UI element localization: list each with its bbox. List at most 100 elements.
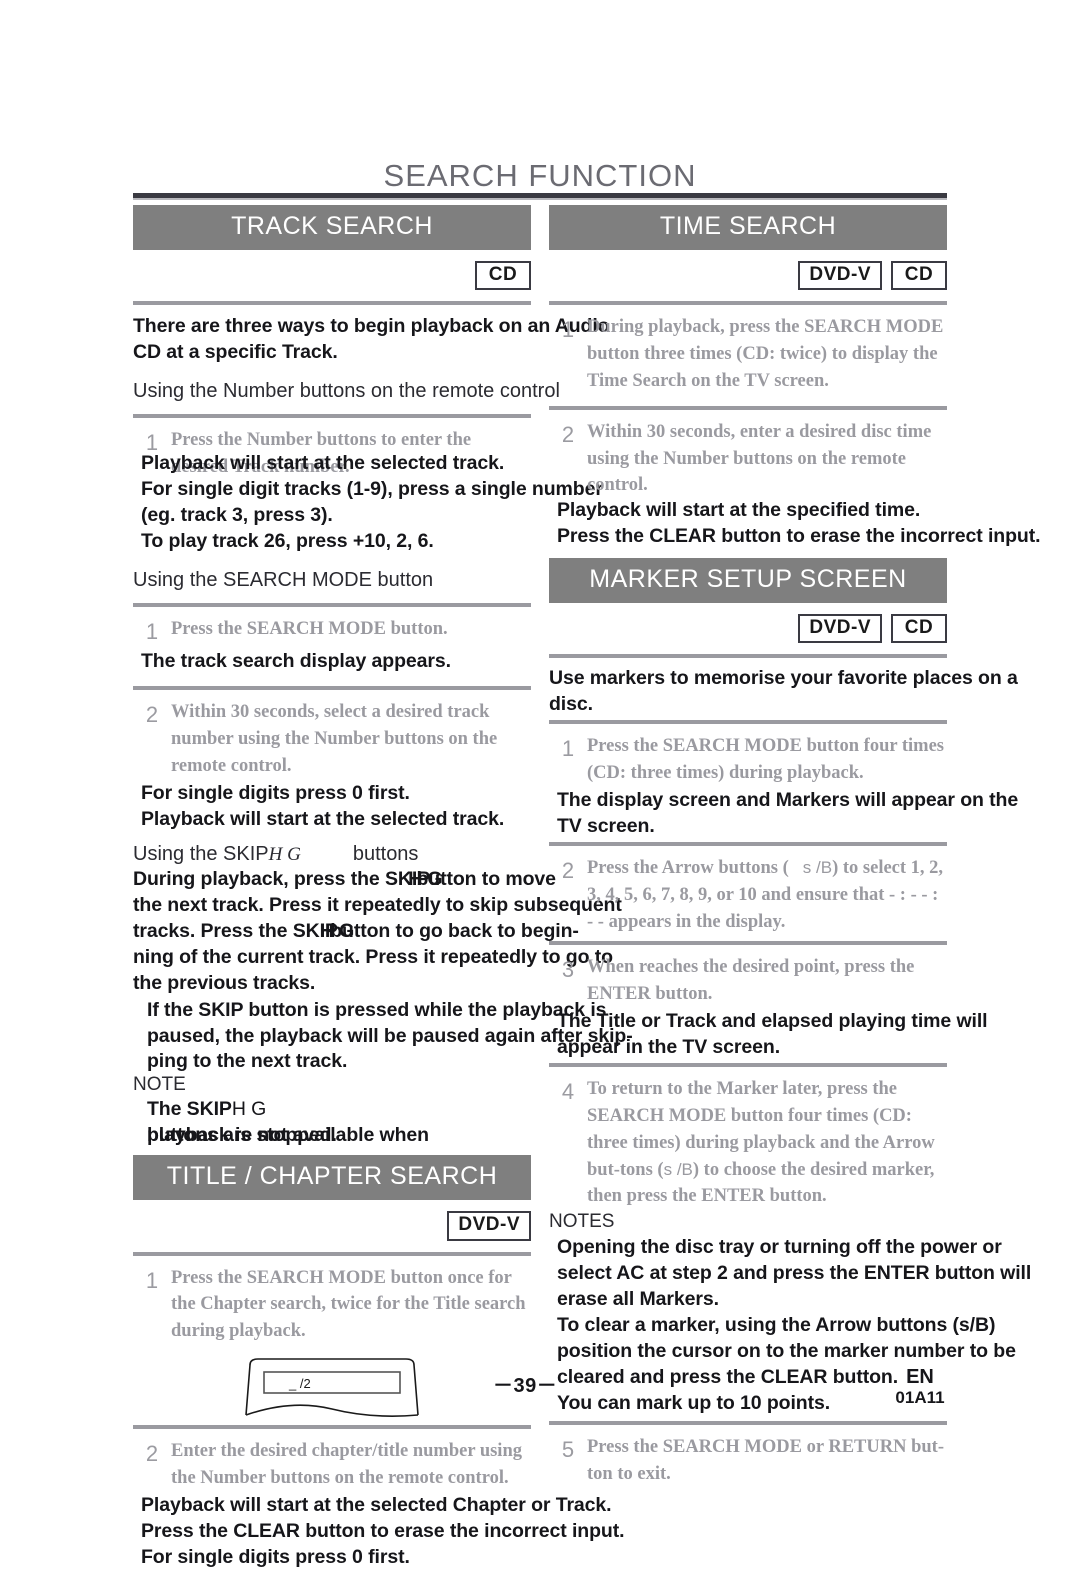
- step-text: Press the SEARCH MODE button four times …: [587, 736, 944, 784]
- step-item: 1 Press the SEARCH MODE button.: [133, 616, 531, 647]
- step-text: When reaches the desired point, press th…: [587, 957, 915, 1005]
- title-chapter-result: Playback will start at the selected Chap…: [133, 1493, 625, 1575]
- result-line-2: Press the CLEAR button to erase the inco…: [141, 1519, 625, 1542]
- notes-line-6: cleared and press the CLEAR button.: [557, 1366, 899, 1389]
- tv-screen-value: _ /2: [288, 1376, 311, 1391]
- divider: [133, 602, 531, 607]
- skip-line-3a: tracks. Press the SKIP: [133, 920, 338, 943]
- section-heading-track-search: TRACK SEARCH: [133, 205, 531, 250]
- step-item: 3 When reaches the desired point, press …: [549, 954, 947, 1008]
- step-text-pre: Press the Arrow buttons (: [587, 858, 789, 879]
- divider: [549, 1063, 947, 1068]
- divider: [549, 654, 947, 659]
- step-number: 3: [561, 957, 575, 983]
- step-number: 1: [561, 736, 575, 762]
- step-text: Enter the desired chapter/title number u…: [171, 1441, 522, 1488]
- disc-badge-dvd-v: DVD-V: [798, 614, 882, 644]
- step-number: 1: [145, 618, 159, 644]
- subheading-skip-post: buttons: [352, 843, 419, 866]
- divider: [133, 301, 531, 306]
- notes-line-1: Opening the disc tray or turning off the…: [557, 1236, 1002, 1259]
- disc-badge-dvd-v: DVD-V: [798, 261, 882, 291]
- left-column: TRACK SEARCH CD There are three ways to …: [133, 205, 633, 1575]
- right-column: TIME SEARCH DVD-V CD 1 During playback, …: [549, 205, 1041, 1488]
- step-text: Within 30 seconds, select a desired trac…: [171, 702, 498, 776]
- subheading-search-mode: Using the SEARCH MODE button: [133, 568, 434, 591]
- result-line-1: Playback will start at the selected Chap…: [141, 1493, 612, 1516]
- divider: [549, 1421, 947, 1426]
- result-line-2: For single digit tracks (1-9), press a s…: [141, 477, 603, 500]
- page-title: SEARCH FUNCTION: [383, 158, 697, 193]
- badge-row-time-search: DVD-V CD: [549, 261, 947, 291]
- divider: [133, 1425, 531, 1430]
- result-line-2: TV screen.: [557, 815, 655, 838]
- notes-line-4: To clear a marker, using the Arrow butto…: [557, 1314, 996, 1337]
- tv-screen-icon: _ /2: [245, 1358, 419, 1418]
- divider: [549, 405, 947, 410]
- skip-line-3: tracks. Press the SKIPH Gbutton to go ba…: [133, 919, 579, 945]
- arrow-buttons-icon: s /B: [663, 1159, 693, 1179]
- note-pre: The SKIP: [147, 1098, 232, 1121]
- intro-line-2: disc.: [549, 693, 593, 716]
- step-text: Press the SEARCH MODE button.: [171, 618, 448, 639]
- track-search-intro: There are three ways to begin playback o…: [133, 314, 610, 366]
- footer-language-code: EN: [906, 1366, 934, 1388]
- skip-line-5: the previous tracks.: [133, 972, 316, 995]
- note-line-2: playback is stopped.: [147, 1124, 337, 1147]
- skip-paragraph: During playback, press the SKIPH Gbutton…: [133, 867, 633, 1051]
- skip-note-line-1: If the SKIP button is pressed while the …: [147, 999, 607, 1022]
- disc-badge-dvd-v: DVD-V: [447, 1211, 531, 1241]
- divider: [549, 720, 947, 725]
- section-heading-title-chapter-search: TITLE / CHAPTER SEARCH: [133, 1155, 531, 1201]
- step-number: 2: [561, 858, 575, 884]
- step-text: Within 30 seconds, enter a desired disc …: [587, 421, 932, 496]
- intro-line-1: Use markers to memorise your favorite pl…: [549, 667, 1018, 690]
- page-number: －39－: [493, 1375, 558, 1397]
- badge-row-title-chapter: DVD-V: [133, 1211, 531, 1241]
- divider: [133, 414, 531, 419]
- step-item: 5 Press the SEARCH MODE or RETURN but-to…: [549, 1434, 947, 1488]
- result-line-1: Playback will start at the specified tim…: [557, 499, 921, 522]
- marker-setup-intro: Use markers to memorise your favorite pl…: [549, 666, 1018, 720]
- step-number: 1: [145, 1267, 159, 1293]
- tv-screen-illustration: _ /2: [133, 1355, 531, 1421]
- manual-page: SEARCH FUNCTION TRACK SEARCH CD There ar…: [0, 0, 1080, 1568]
- step-item: 2 Press the Arrow buttons (s /B) to sele…: [549, 855, 947, 935]
- result-line-1: The Title or Track and elapsed playing t…: [557, 1010, 988, 1033]
- notes-line-2: select AC at step 2 and press the ENTER …: [557, 1262, 1032, 1285]
- disc-badge-cd: CD: [891, 261, 947, 291]
- skip-line-1a: During playback, press the SKIP: [133, 868, 431, 891]
- skip-note-line-3: ping to the next track.: [147, 1050, 348, 1073]
- step-number: 5: [561, 1437, 575, 1463]
- notes-label: NOTES: [549, 1211, 615, 1233]
- footer-doc-code: 01A11: [895, 1388, 945, 1407]
- result-line-1: For single digits press 0 first.: [141, 782, 410, 805]
- result-line-1: The display screen and Markers will appe…: [557, 789, 1019, 812]
- step-text: Press the Arrow buttons (s /B) to select…: [587, 855, 947, 935]
- intro-line-1: There are three ways to begin playback o…: [133, 315, 610, 338]
- step-text: Press the SEARCH MODE button once for th…: [171, 1267, 526, 1342]
- subheading-skip-pre: Using the SKIP: [133, 843, 269, 866]
- result-line-4: To play track 26, press +10, 2, 6.: [141, 529, 434, 552]
- step-number: 2: [561, 421, 575, 447]
- badge-row-track-search: CD: [133, 261, 531, 291]
- marker-setup-result-3: The Title or Track and elapsed playing t…: [549, 1009, 988, 1063]
- result-line-3: (eg. track 3, press 3).: [141, 503, 333, 526]
- marker-setup-result-1: The display screen and Markers will appe…: [549, 788, 1018, 842]
- track-search-result-1: Playback will start at the selected trac…: [133, 451, 603, 557]
- track-search-result-3: For single digits press 0 first. Playbac…: [133, 781, 531, 837]
- result-line-2: Press the CLEAR button to erase the inco…: [557, 525, 1041, 548]
- skip-line-1: During playback, press the SKIPH Gbutton…: [133, 867, 556, 893]
- badge-row-marker-setup: DVD-V CD: [549, 614, 947, 644]
- step-item: 1 Press the SEARCH MODE button four time…: [549, 733, 947, 787]
- step-item: 2 Within 30 seconds, select a desired tr…: [133, 699, 531, 779]
- notes-line-7: You can mark up to 10 points.: [557, 1392, 831, 1415]
- title-divider-light: [133, 198, 947, 200]
- result-line-1: Playback will start at the selected trac…: [141, 451, 505, 474]
- step-number: 2: [145, 702, 159, 728]
- step-number: 4: [561, 1079, 575, 1105]
- skip-line-3b: button to go back to begin-: [330, 920, 579, 943]
- result-line: The track search display appears.: [141, 650, 451, 673]
- divider: [549, 941, 947, 946]
- arrow-buttons-icon: s /B: [802, 858, 833, 878]
